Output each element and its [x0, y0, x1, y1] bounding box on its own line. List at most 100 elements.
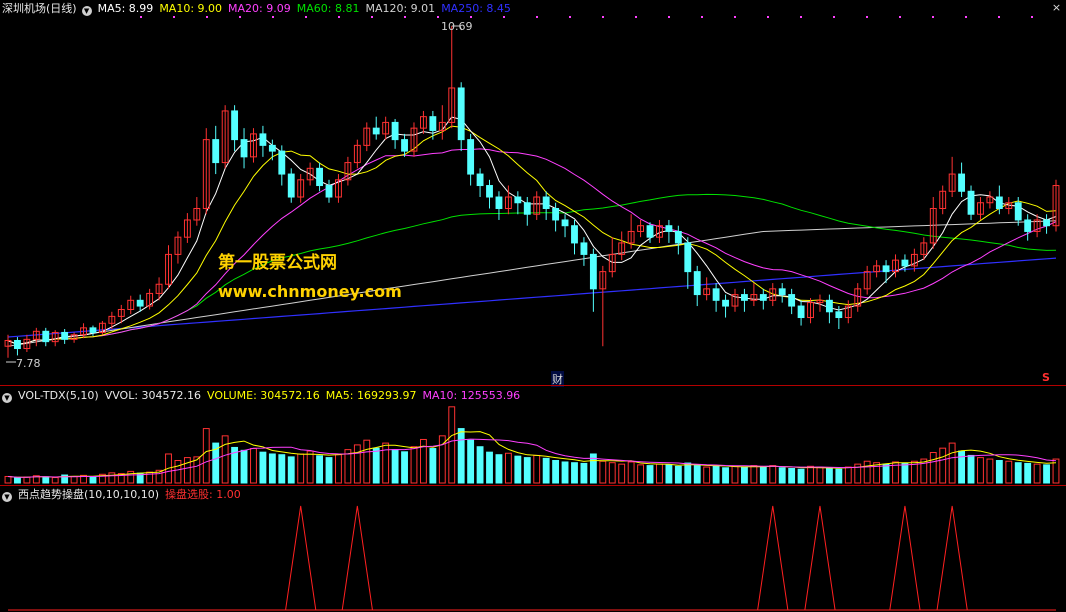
volume-bar-down	[486, 451, 493, 484]
candle-down	[995, 196, 1003, 209]
candle-down	[788, 294, 796, 307]
marker-dot	[437, 16, 439, 18]
volume-bar-down	[712, 465, 720, 484]
chevron-down-icon[interactable]: ▼	[2, 393, 12, 403]
volume-bar-up	[335, 454, 342, 484]
volume-bar-down	[722, 467, 729, 484]
volume-bar-up	[986, 458, 994, 484]
candle-down	[741, 294, 748, 301]
candle-down	[401, 139, 408, 152]
volume-bar-down	[325, 457, 333, 484]
volume-bar-down	[391, 449, 399, 484]
volume-bar-up	[344, 449, 352, 484]
volume-bar-down	[552, 460, 560, 484]
volume-bar-up	[174, 460, 182, 484]
volume-bar-down	[759, 466, 767, 484]
marker-dot	[140, 16, 142, 18]
volume-panel[interactable]: ▼ VOL-TDX(5,10) VVOL: 304572.16 VOLUME: 304…	[0, 387, 1066, 485]
price-high-label: 10.69	[441, 20, 473, 33]
marker-dot	[800, 16, 802, 18]
candle-down	[759, 294, 767, 301]
volume-bar-up	[627, 461, 635, 484]
ma10-line	[7, 125, 1057, 346]
volume-bar-up	[599, 460, 607, 484]
price-header: 深圳机场(日线) ▼ MA5: 8.99 MA10: 9.00 MA20: 9.09 MA…	[2, 2, 517, 16]
volume-bar-up	[948, 442, 956, 484]
candle-down	[372, 127, 380, 135]
candle-down	[316, 167, 323, 187]
candle-down	[580, 242, 588, 255]
marker-dot	[602, 16, 604, 18]
candle-down	[901, 259, 909, 267]
indicator-header: ▼ 西点趋势操盘(10,10,10,10) 操盘选股: 1.00	[2, 488, 247, 502]
panel-divider	[0, 385, 1066, 386]
candle-down	[325, 185, 333, 198]
marker-dot	[899, 16, 901, 18]
candle-down	[212, 139, 220, 164]
volume-header: ▼ VOL-TDX(5,10) VVOL: 304572.16 VOLUME: 304…	[2, 389, 526, 403]
candle-down	[571, 225, 578, 244]
watermark-title: 第一股票公式网	[218, 253, 337, 273]
volume-bar-up	[51, 477, 59, 484]
indicator-panel[interactable]: ▼ 西点趋势操盘(10,10,10,10) 操盘选股: 1.00	[0, 486, 1066, 612]
volume-bar-down	[1043, 464, 1050, 484]
volume-bar-up	[306, 450, 314, 484]
volume-bar-down	[825, 467, 833, 484]
candle-down	[495, 196, 503, 209]
volume-bar-up	[637, 464, 645, 484]
close-icon[interactable]: ×	[1051, 2, 1062, 13]
volume-bar-down	[14, 477, 21, 484]
volume-bar-up	[608, 462, 616, 484]
chevron-down-icon[interactable]: ▼	[81, 6, 92, 16]
marker-dot	[371, 16, 373, 18]
chevron-down-icon[interactable]: ▼	[2, 492, 12, 502]
volume-bar-down	[797, 468, 805, 484]
volume-bar-down	[89, 476, 97, 484]
candlestick-chart[interactable]	[0, 0, 1066, 384]
volume-bar-down	[684, 462, 692, 484]
volume-bar-down	[542, 457, 550, 484]
candle-down	[14, 339, 21, 350]
candle-down	[240, 139, 248, 158]
indicator-chart[interactable]	[0, 486, 1066, 612]
candle-down	[467, 139, 475, 175]
marker-dot	[536, 16, 538, 18]
ma20-line	[7, 148, 1057, 346]
volume-bar-down	[457, 428, 465, 484]
marker-dot	[965, 16, 967, 18]
volume-bar-up	[533, 454, 541, 484]
marker-dot	[734, 16, 736, 18]
price-chart-panel[interactable]: 深圳机场(日线) ▼ MA5: 8.99 MA10: 9.00 MA20: 9.09 MA…	[0, 0, 1066, 387]
volume-bar-down	[995, 460, 1003, 484]
marker-dot	[206, 16, 208, 18]
candle-down	[61, 331, 69, 340]
volume-bar-up	[108, 472, 116, 484]
volume-bar-up	[382, 442, 390, 484]
volume-bar-down	[958, 450, 966, 484]
candle-down	[1014, 202, 1022, 221]
volume-bar-up	[297, 453, 305, 484]
volume-bar-up	[929, 452, 937, 484]
volume-bar-up	[127, 470, 135, 484]
volume-bar-down	[1024, 462, 1032, 484]
volume-bar-down	[778, 467, 786, 484]
volume-bar-up	[23, 476, 31, 484]
candle-down	[712, 288, 720, 301]
volume-bar-down	[835, 468, 843, 484]
marker-dot	[503, 16, 505, 18]
volume-bar-up	[4, 475, 12, 484]
marker-dot	[569, 16, 571, 18]
candle-down	[722, 299, 729, 307]
ma250-label: MA250: 8.45	[441, 2, 511, 15]
marker-dot	[767, 16, 769, 18]
stock-title: 深圳机场(日线)	[2, 2, 77, 15]
volume-bar-down	[665, 464, 673, 484]
volume-bar-up	[863, 460, 871, 484]
candle-down	[42, 330, 50, 343]
volume-bar-up	[807, 465, 814, 484]
candle-down	[674, 230, 682, 244]
volume-bar-down	[476, 446, 484, 484]
volume-bar-down	[674, 465, 682, 484]
candle-down	[259, 133, 267, 146]
sell-signal-marker[interactable]: S	[1042, 371, 1050, 384]
